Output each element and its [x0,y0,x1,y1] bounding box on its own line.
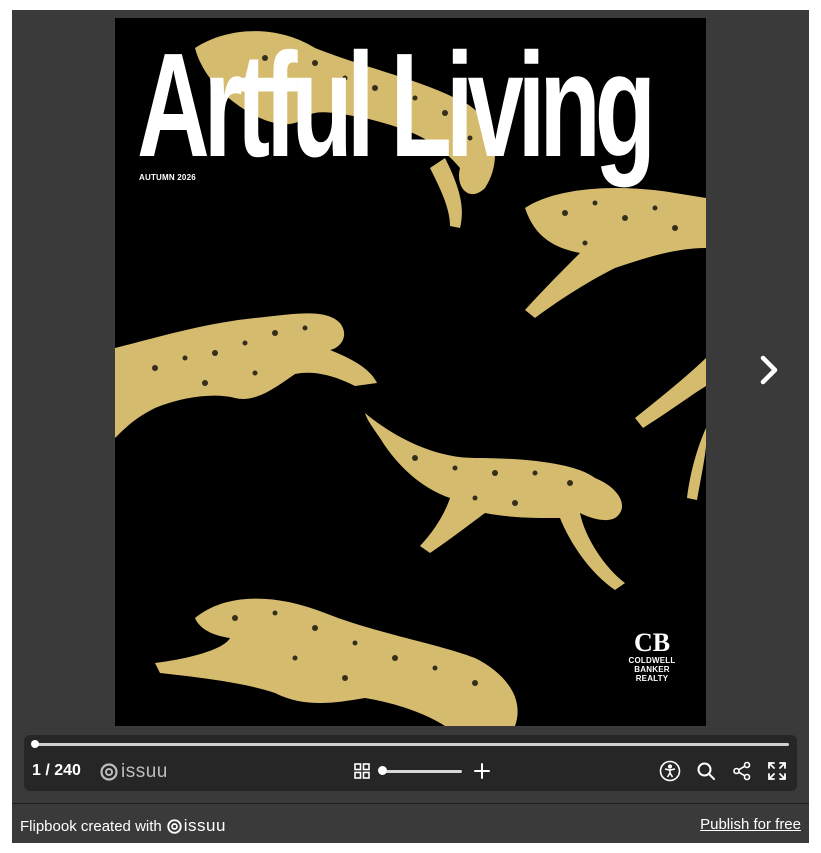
grid-icon[interactable] [354,763,370,779]
search-icon[interactable] [695,760,717,782]
viewer-toolbar: 1 / 240 issuu [24,735,797,791]
issuu-footer-logo[interactable]: issuu [167,816,226,836]
share-icon[interactable] [731,760,753,782]
progress-handle[interactable] [31,740,40,748]
magazine-title: Artful Living [137,23,656,188]
coldwell-banker-logo: CB COLDWELL BANKER REALTY [620,628,684,684]
cb-mark: CB [633,628,671,657]
viewer-footer: Flipbook created with issuu Publish for … [12,803,809,844]
fullscreen-icon[interactable] [766,760,788,782]
chevron-right-icon[interactable] [754,352,784,388]
publish-for-free-link[interactable]: Publish for free [700,816,801,833]
issuu-logo[interactable]: issuu [100,761,168,783]
issuu-mark-icon [100,763,118,781]
issuu-mark-icon [167,818,182,834]
page-counter: 1 / 240 [32,762,81,779]
footer-credit: Flipbook created with issuu [20,816,226,836]
accessibility-icon[interactable] [659,760,681,782]
issue-label: AUTUMN 2026 [139,173,196,182]
zoom-in-icon[interactable] [473,762,491,780]
flipbook-viewer: Artful Living AUTUMN 2026 CB COLDWELL BA… [12,10,809,843]
magazine-cover[interactable]: Artful Living AUTUMN 2026 CB COLDWELL BA… [115,18,706,726]
page-stage: Artful Living AUTUMN 2026 CB COLDWELL BA… [12,10,809,732]
page-progress-slider[interactable] [32,743,789,746]
zoom-handle[interactable] [378,766,387,775]
zoom-slider[interactable] [380,770,462,773]
